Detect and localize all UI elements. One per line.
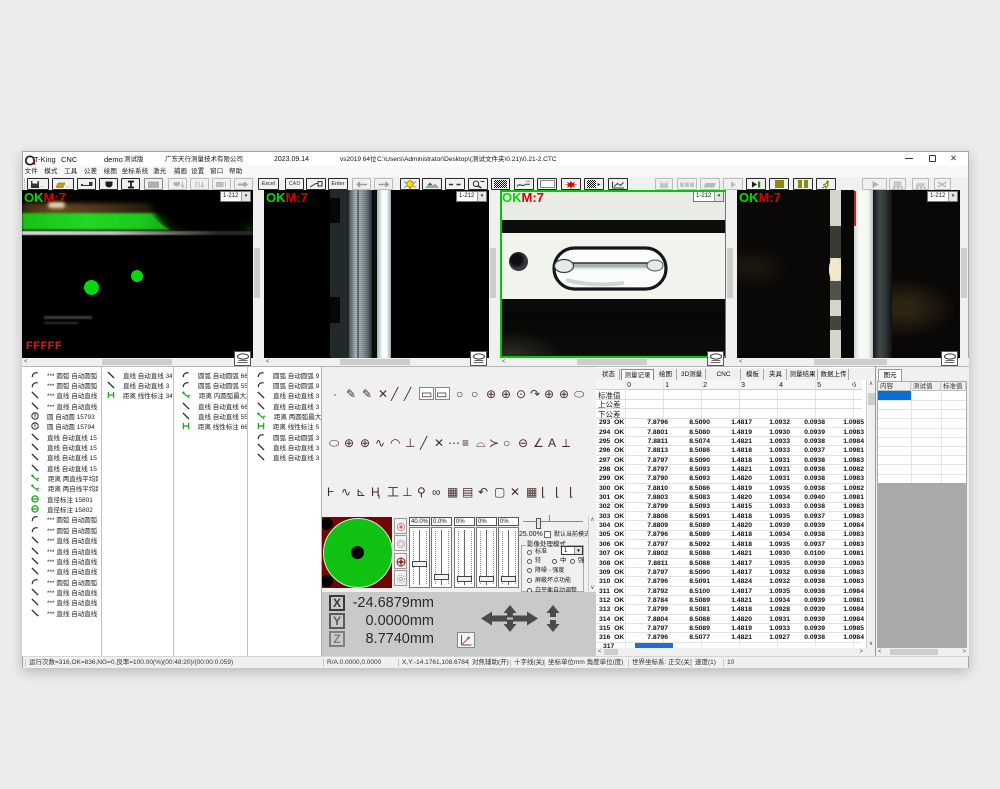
svg-text:■ ■ ■: ■ ■ ■ <box>916 185 926 189</box>
svg-text:■ ■ ■: ■ ■ ■ <box>893 185 903 189</box>
svg-text:..: .. <box>66 183 69 189</box>
svg-text:..: .. <box>41 183 44 189</box>
